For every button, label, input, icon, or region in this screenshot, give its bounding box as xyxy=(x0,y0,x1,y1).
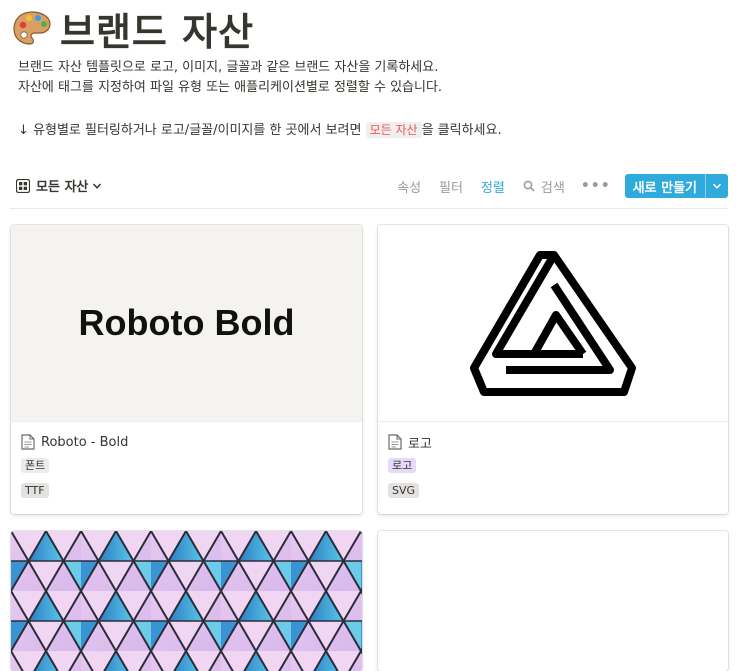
card-name: 로고 xyxy=(408,436,432,452)
view-switcher[interactable]: 모든 자산 xyxy=(16,176,102,195)
impossible-triangle-logo xyxy=(470,251,636,396)
gallery-view-icon xyxy=(16,178,30,193)
card-body: 로고 로고 SVG xyxy=(388,432,432,502)
new-button[interactable]: 새로 만들기 xyxy=(624,174,728,198)
view-label: 모든 자산 xyxy=(36,180,89,195)
file-ext-tag: SVG xyxy=(388,483,420,498)
gallery-card[interactable]: Roboto Bold Roboto - Bold 폰트 TTF xyxy=(11,225,362,514)
database-toolbar: 모든 자산 속성 필터 정렬 검색 ••• 새로 만들기 xyxy=(0,172,754,200)
more-options-button[interactable]: ••• xyxy=(581,178,611,194)
card-cover: Roboto Bold xyxy=(11,225,362,422)
filter-button[interactable]: 필터 xyxy=(439,177,463,196)
toolbar-actions: 속성 필터 정렬 검색 ••• 새로 만들기 xyxy=(379,172,728,200)
search-label: 검색 xyxy=(540,180,565,196)
search-button[interactable]: 검색 xyxy=(523,177,565,196)
cover-font-sample: Roboto Bold xyxy=(78,302,295,343)
page-icon xyxy=(21,434,35,450)
card-name: Roboto - Bold xyxy=(41,434,129,450)
triangle-pattern-cover xyxy=(11,531,362,671)
sort-button[interactable]: 정렬 xyxy=(481,177,505,196)
card-title: Roboto - Bold xyxy=(21,432,128,452)
file-ext-tag: TTF xyxy=(21,483,49,498)
inline-code-all-assets: 모든 자산 xyxy=(365,122,422,138)
description-line: 브랜드 자산 템플릿으로 로고, 이미지, 글꼴과 같은 브랜드 자산을 기록하… xyxy=(18,60,439,75)
card-title: 로고 xyxy=(388,432,432,452)
gallery-card[interactable] xyxy=(11,531,362,671)
gallery-card[interactable]: 로고 로고 SVG xyxy=(378,225,728,514)
description-line: ↓ 유형별로 필터링하거나 로고/글꼴/이미지를 한 곳에서 보려면 모든 자산… xyxy=(18,120,502,140)
new-dropdown-button[interactable] xyxy=(705,174,728,198)
type-tag: 로고 xyxy=(388,458,417,473)
page-title: 브랜드 자산 xyxy=(60,9,255,54)
card-cover xyxy=(378,225,728,422)
new-button-label: 새로 만들기 xyxy=(632,180,697,196)
description-text: 을 클릭하세요. xyxy=(421,123,502,138)
chevron-down-icon xyxy=(93,182,102,189)
type-tag: 폰트 xyxy=(21,458,50,473)
search-icon xyxy=(523,180,535,192)
page-icon xyxy=(388,434,402,450)
page-header: 브랜드 자산 xyxy=(12,4,254,54)
toolbar-divider xyxy=(10,208,728,209)
description-line: 자산에 태그를 지정하여 파일 유형 또는 애플리케이션별로 정렬할 수 있습니… xyxy=(18,80,443,95)
properties-button[interactable]: 속성 xyxy=(397,177,421,196)
gallery-card[interactable] xyxy=(378,531,728,671)
chevron-down-icon xyxy=(712,183,722,189)
card-body: Roboto - Bold 폰트 TTF xyxy=(21,432,128,502)
page-description: 브랜드 자산 템플릿으로 로고, 이미지, 글꼴과 같은 브랜드 자산을 기록하… xyxy=(18,58,502,140)
description-text: ↓ 유형별로 필터링하거나 로고/글꼴/이미지를 한 곳에서 보려면 xyxy=(18,123,362,138)
artist-palette-icon xyxy=(13,11,51,45)
